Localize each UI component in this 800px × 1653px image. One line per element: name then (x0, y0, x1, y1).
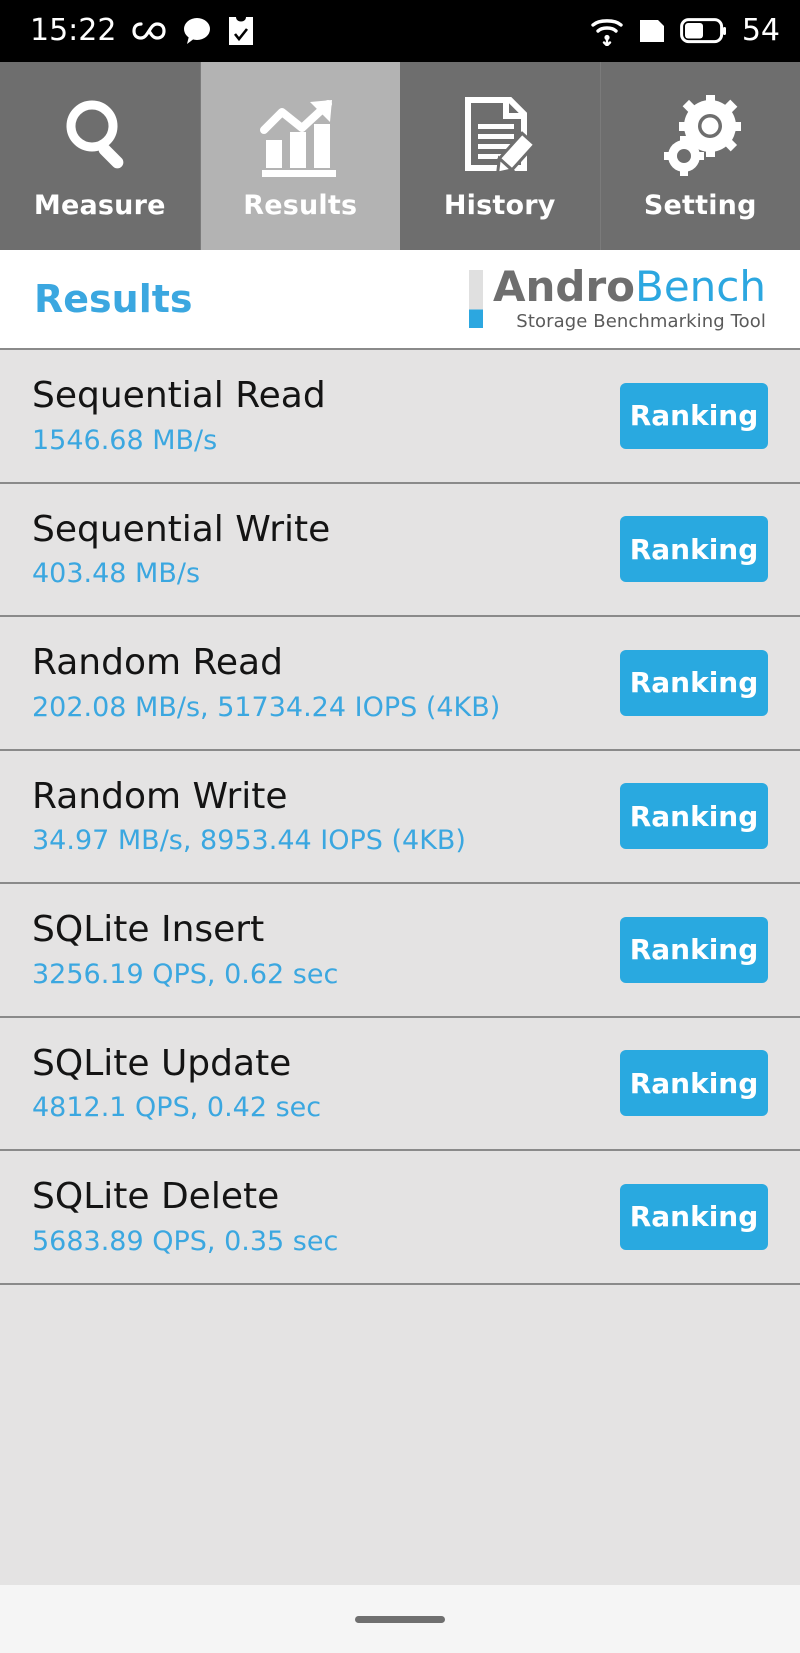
ranking-button[interactable]: Ranking (620, 382, 768, 449)
logo-bar-icon (468, 270, 483, 329)
table-row: SQLite Update 4812.1 QPS, 0.42 sec Ranking (0, 1017, 800, 1151)
ranking-button[interactable]: Ranking (620, 1183, 768, 1250)
logo-tagline: Storage Benchmarking Tool (516, 310, 766, 332)
benchmark-name: SQLite Update (32, 1042, 292, 1084)
benchmark-name: Random Write (32, 775, 288, 817)
row-text-group: SQLite Delete 5683.89 QPS, 0.35 sec (32, 1176, 339, 1257)
wifi-download-icon (590, 16, 624, 46)
ranking-button[interactable]: Ranking (620, 783, 768, 850)
ranking-button[interactable]: Ranking (620, 516, 768, 583)
benchmark-name: Random Read (32, 642, 283, 684)
document-pencil-icon (458, 92, 542, 178)
bar-chart-arrow-icon (258, 92, 342, 178)
battery-icon (679, 18, 726, 44)
ranking-button[interactable]: Ranking (620, 1050, 768, 1117)
system-navigation-bar (0, 1585, 800, 1653)
infinity-icon (132, 20, 167, 42)
main-tab-bar: Measure Results History Setting (0, 62, 800, 250)
table-row: Random Write 34.97 MB/s, 8953.44 IOPS (4K… (0, 750, 800, 884)
tab-measure-label: Measure (33, 189, 166, 221)
tab-setting[interactable]: Setting (600, 62, 800, 250)
row-text-group: Sequential Write 403.48 MB/s (32, 508, 331, 590)
table-row: SQLite Delete 5683.89 QPS, 0.35 sec Rankin… (0, 1151, 800, 1285)
table-row: Sequential Read 1546.68 MB/s Ranking (0, 350, 800, 484)
status-bar: 15:22 54 (0, 0, 800, 62)
tab-results[interactable]: Results (200, 62, 400, 250)
benchmark-value: 4812.1 QPS, 0.42 sec (32, 1092, 322, 1124)
benchmark-name: SQLite Insert (32, 909, 265, 951)
row-text-group: Sequential Read 1546.68 MB/s (32, 375, 326, 456)
table-row: Random Read 202.08 MB/s, 51734.24 IOPS (4… (0, 617, 800, 751)
app-screen: 15:22 54 Measure Results History Setting… (0, 0, 800, 1653)
status-clock: 15:22 (30, 13, 117, 48)
ranking-button[interactable]: Ranking (620, 649, 768, 716)
tab-measure[interactable]: Measure (0, 62, 201, 250)
ranking-button[interactable]: Ranking (620, 916, 768, 983)
row-text-group: SQLite Insert 3256.19 QPS, 0.62 sec (32, 909, 339, 990)
page-title: Results (34, 277, 193, 321)
task-checklist-icon (228, 16, 254, 46)
benchmark-value: 202.08 MB/s, 51734.24 IOPS (4KB) (32, 691, 501, 723)
status-bar-right: 54 (590, 16, 780, 46)
androbench-logo: AndroBench Storage Benchmarking Tool (468, 265, 766, 332)
benchmark-name: Sequential Read (32, 375, 326, 417)
battery-percent-label: 54 (741, 13, 780, 48)
logo-text: AndroBench Storage Benchmarking Tool (493, 265, 766, 332)
table-row: SQLite Insert 3256.19 QPS, 0.62 sec Rankin… (0, 884, 800, 1018)
tab-history[interactable]: History (400, 62, 601, 250)
tab-results-label: Results (243, 189, 358, 221)
benchmark-value: 5683.89 QPS, 0.35 sec (32, 1225, 339, 1257)
benchmark-name: SQLite Delete (32, 1176, 280, 1218)
tab-setting-label: Setting (643, 189, 757, 221)
row-text-group: SQLite Update 4812.1 QPS, 0.42 sec (32, 1042, 322, 1124)
logo-bench: Bench (635, 262, 766, 312)
sim-card-icon (638, 17, 666, 45)
benchmark-name: Sequential Write (32, 508, 331, 550)
benchmark-value: 1546.68 MB/s (32, 424, 218, 456)
list-empty-space (0, 1434, 800, 1585)
row-text-group: Random Write 34.97 MB/s, 8953.44 IOPS (4K… (32, 775, 466, 857)
home-gesture-pill[interactable] (355, 1615, 445, 1623)
results-list: Sequential Read 1546.68 MB/s Ranking Sequen… (0, 348, 800, 1435)
logo-wordmark: AndroBench (493, 265, 766, 309)
page-header: Results AndroBench Storage Benchmarking … (0, 250, 800, 348)
gears-icon (658, 92, 742, 178)
logo-andro: Andro (492, 262, 636, 312)
status-bar-left: 15:22 (30, 16, 254, 46)
magnifier-icon (58, 92, 142, 178)
table-row: Sequential Write 403.48 MB/s Ranking (0, 483, 800, 617)
row-text-group: Random Read 202.08 MB/s, 51734.24 IOPS (4… (32, 642, 501, 723)
benchmark-value: 403.48 MB/s (32, 558, 201, 590)
message-bubble-icon (182, 17, 212, 45)
tab-history-label: History (443, 189, 556, 221)
benchmark-value: 34.97 MB/s, 8953.44 IOPS (4KB) (32, 825, 466, 857)
benchmark-value: 3256.19 QPS, 0.62 sec (32, 958, 339, 990)
